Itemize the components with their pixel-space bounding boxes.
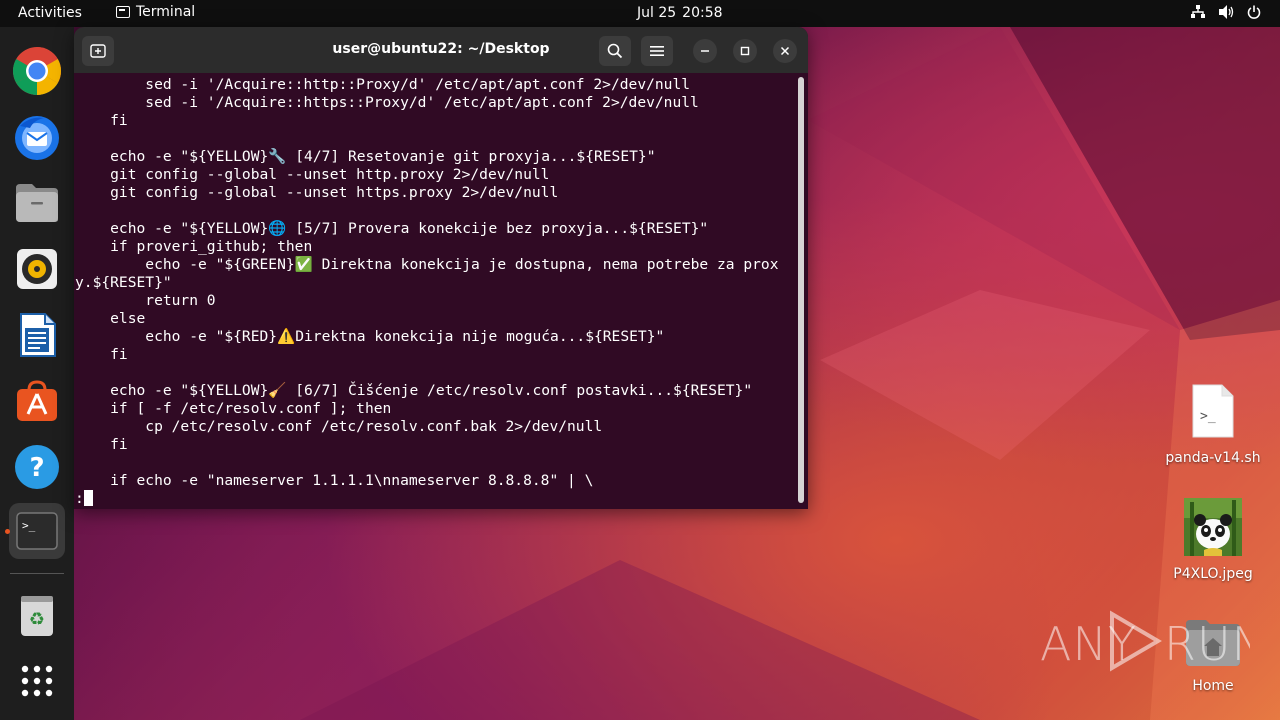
files-icon bbox=[16, 184, 58, 222]
activities-button[interactable]: Activities bbox=[18, 5, 82, 21]
terminal-line: fi bbox=[75, 346, 128, 363]
text-cursor bbox=[83, 490, 93, 506]
app-center-icon bbox=[17, 380, 57, 421]
clock[interactable]: Jul 25 20:58 bbox=[637, 5, 723, 21]
close-button[interactable] bbox=[773, 39, 797, 63]
clock-time: 20:58 bbox=[682, 5, 723, 21]
minimize-icon bbox=[701, 50, 709, 52]
dock-rhythmbox[interactable] bbox=[9, 241, 65, 297]
anyrun-logo-icon: ANY RUN bbox=[1040, 610, 1250, 672]
rhythmbox-icon bbox=[17, 249, 57, 289]
desktop-icon-label: P4XLO.jpeg bbox=[1173, 566, 1253, 582]
network-icon[interactable] bbox=[1190, 4, 1206, 20]
close-icon bbox=[780, 46, 790, 56]
desktop-icon-label: panda-v14.sh bbox=[1165, 450, 1261, 466]
dock-terminal[interactable]: >_ bbox=[9, 503, 65, 559]
dock-separator bbox=[10, 573, 64, 574]
dock-chrome[interactable] bbox=[9, 43, 65, 99]
terminal-header[interactable]: user@ubuntu22: ~/Desktop bbox=[74, 27, 808, 73]
pager-prompt-line[interactable]: : bbox=[74, 490, 796, 508]
terminal-line: git config --global --unset https.proxy … bbox=[75, 184, 559, 201]
svg-text:>_: >_ bbox=[1200, 409, 1216, 424]
terminal-line: git config --global --unset http.proxy 2… bbox=[75, 166, 550, 183]
app-menu[interactable]: Terminal bbox=[116, 4, 195, 20]
top-bar: Activities Terminal Jul 25 20:58 bbox=[0, 0, 1280, 27]
minimize-button[interactable] bbox=[693, 39, 717, 63]
terminal-line: echo -e "${GREEN}✅ Direktna konekcija je… bbox=[75, 256, 779, 273]
terminal-lines: sed -i '/Acquire::http::Proxy/d' /etc/ap… bbox=[74, 73, 796, 490]
terminal-line: if proveri_github; then bbox=[75, 238, 313, 255]
terminal-line: echo -e "${YELLOW}🧹 [6/7] Čišćenje /etc/… bbox=[75, 382, 753, 399]
terminal-icon: >_ bbox=[16, 512, 58, 550]
maximize-icon bbox=[740, 46, 750, 56]
dock-thunderbird[interactable] bbox=[9, 109, 65, 165]
terminal-line: fi bbox=[75, 112, 128, 129]
svg-text:RUN: RUN bbox=[1164, 617, 1250, 671]
clock-date: Jul 25 bbox=[637, 5, 677, 21]
terminal-line: cp /etc/resolv.conf /etc/resolv.conf.bak… bbox=[75, 418, 603, 435]
terminal-line: echo -e "${RED}⚠️Direktna konekcija nije… bbox=[75, 328, 665, 345]
terminal-line: if echo -e "nameserver 1.1.1.1\nnameserv… bbox=[75, 472, 594, 489]
terminal-line: else bbox=[75, 310, 146, 327]
thunderbird-icon bbox=[15, 116, 59, 160]
maximize-button[interactable] bbox=[733, 39, 757, 63]
terminal-line: echo -e "${YELLOW}🔧 [4/7] Resetovanje gi… bbox=[75, 148, 656, 165]
terminal-line: fi bbox=[75, 436, 128, 453]
trash-icon: ♻ bbox=[21, 596, 53, 636]
desktop-icon-label: Home bbox=[1192, 678, 1234, 694]
dock-help[interactable]: ? bbox=[9, 439, 65, 495]
hamburger-icon bbox=[650, 46, 664, 56]
chrome-icon bbox=[12, 46, 62, 96]
image-thumbnail-icon bbox=[1184, 498, 1242, 556]
dock: ? >_ ♻ bbox=[0, 27, 74, 720]
power-icon[interactable] bbox=[1246, 4, 1262, 20]
show-apps-button[interactable] bbox=[9, 653, 65, 709]
terminal-line: echo -e "${YELLOW}🌐 [5/7] Provera konekc… bbox=[75, 220, 709, 237]
scrollbar[interactable] bbox=[798, 77, 804, 503]
help-icon: ? bbox=[15, 445, 59, 489]
terminal-line: sed -i '/Acquire::https::Proxy/d' /etc/a… bbox=[75, 94, 699, 111]
svg-text:?: ? bbox=[29, 453, 44, 483]
app-name: Terminal bbox=[136, 4, 196, 20]
terminal-line: if [ -f /etc/resolv.conf ]; then bbox=[75, 400, 392, 417]
terminal-small-icon bbox=[116, 6, 130, 18]
dock-trash[interactable]: ♻ bbox=[9, 587, 65, 643]
terminal-window[interactable]: user@ubuntu22: ~/Desktop sed -i '/Acquir… bbox=[74, 27, 808, 509]
shell-script-icon: >_ bbox=[1192, 384, 1234, 438]
dock-app-center[interactable] bbox=[9, 373, 65, 429]
search-icon bbox=[607, 43, 623, 59]
dock-files[interactable] bbox=[9, 175, 65, 231]
svg-text:>_: >_ bbox=[22, 519, 36, 532]
menu-button[interactable] bbox=[641, 36, 673, 66]
dock-writer[interactable] bbox=[9, 307, 65, 363]
terminal-output[interactable]: sed -i '/Acquire::http::Proxy/d' /etc/ap… bbox=[74, 73, 796, 509]
svg-text:♻: ♻ bbox=[29, 609, 45, 630]
system-tray[interactable] bbox=[1190, 4, 1262, 20]
pager-prompt: : bbox=[75, 490, 84, 507]
search-button[interactable] bbox=[599, 36, 631, 66]
writer-icon bbox=[20, 313, 56, 357]
anyrun-watermark: ANY RUN bbox=[1040, 610, 1250, 672]
desktop-icon-image[interactable]: P4XLO.jpeg bbox=[1163, 498, 1263, 582]
terminal-line: return 0 bbox=[75, 292, 216, 309]
running-indicator bbox=[5, 529, 10, 534]
grid-icon bbox=[21, 665, 53, 697]
desktop-icon-script[interactable]: >_ panda-v14.sh bbox=[1163, 382, 1263, 466]
terminal-line: sed -i '/Acquire::http::Proxy/d' /etc/ap… bbox=[75, 76, 691, 93]
terminal-line: y.${RESET}" bbox=[75, 274, 172, 291]
volume-icon[interactable] bbox=[1218, 4, 1234, 20]
